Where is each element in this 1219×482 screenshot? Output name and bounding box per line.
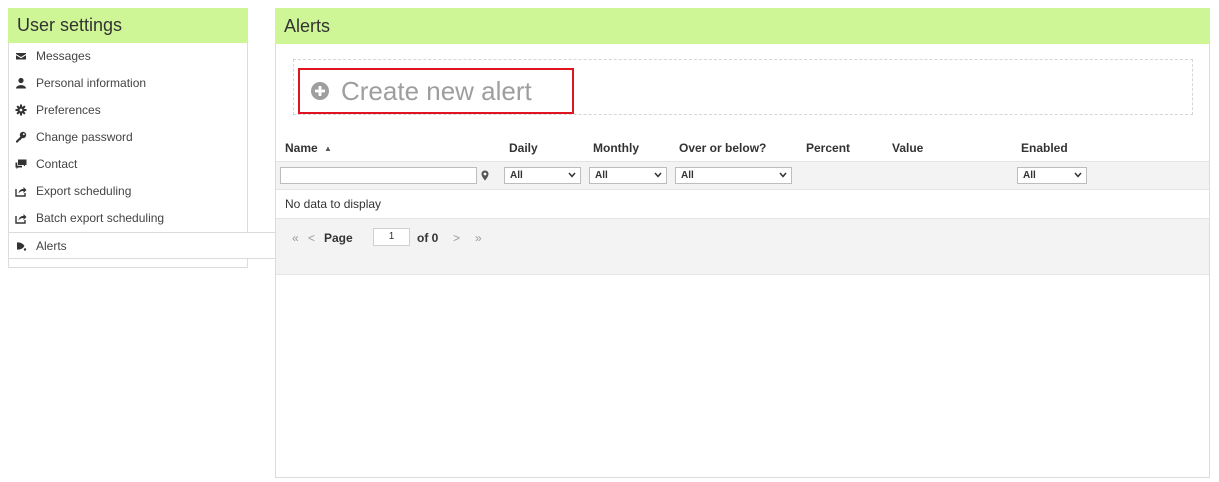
bell-icon	[15, 240, 27, 252]
enabled-filter-select[interactable]: All	[1017, 167, 1087, 184]
sort-ascending-icon: ▲	[324, 144, 332, 153]
empty-message: No data to display	[276, 190, 1209, 219]
page-of-label: of	[417, 231, 429, 245]
plus-circle-icon	[311, 82, 329, 100]
enabled-filter-value: All	[1023, 170, 1036, 181]
sidebar-item-messages[interactable]: Messages	[9, 43, 247, 70]
chevron-down-icon	[779, 172, 787, 178]
alerts-grid: Name ▲ Daily Monthly Over or below? Perc…	[276, 132, 1209, 275]
location-pin-icon[interactable]	[481, 170, 489, 181]
sidebar-item-label: Preferences	[36, 103, 101, 117]
sidebar-item-label: Export scheduling	[36, 184, 132, 198]
monthly-filter-select[interactable]: All	[589, 167, 667, 184]
envelope-icon	[15, 50, 27, 62]
column-header-label: Name	[285, 141, 318, 155]
next-page-button[interactable]: >	[453, 231, 460, 245]
column-header-value[interactable]: Value	[892, 141, 923, 155]
gear-icon	[15, 104, 27, 116]
sidebar-item-label: Alerts	[36, 239, 67, 253]
key-icon	[15, 131, 27, 143]
sidebar-item-preferences[interactable]: Preferences	[9, 97, 247, 124]
name-filter-input[interactable]	[280, 167, 477, 184]
chevron-down-icon	[568, 172, 576, 178]
page-total: of 0	[417, 231, 438, 245]
settings-sidebar: User settings Messages Personal informat…	[8, 8, 275, 268]
page-title: Alerts	[275, 8, 1210, 44]
column-header-name[interactable]: Name ▲	[285, 141, 332, 155]
sidebar-item-label: Personal information	[36, 76, 147, 90]
sidebar-item-contact[interactable]: Contact	[9, 151, 247, 178]
column-header-monthly[interactable]: Monthly	[593, 141, 639, 155]
sidebar-item-change-password[interactable]: Change password	[9, 124, 247, 151]
over-below-filter-select[interactable]: All	[675, 167, 792, 184]
create-new-alert-label: Create new alert	[341, 75, 532, 106]
grid-filter-row: All All All All	[276, 162, 1209, 190]
column-header-percent[interactable]: Percent	[806, 141, 850, 155]
last-page-button[interactable]: »	[475, 231, 482, 245]
over-below-filter-value: All	[681, 170, 694, 181]
chevron-down-icon	[654, 172, 662, 178]
sidebar-item-export-scheduling[interactable]: Export scheduling	[9, 178, 247, 205]
daily-filter-value: All	[510, 170, 523, 181]
sidebar-item-personal-information[interactable]: Personal information	[9, 70, 247, 97]
column-header-daily[interactable]: Daily	[509, 141, 538, 155]
sidebar-item-label: Batch export scheduling	[36, 211, 165, 225]
sidebar-menu: Messages Personal information Preference…	[8, 43, 275, 268]
create-new-alert-button[interactable]: Create new alert	[298, 68, 574, 114]
daily-filter-select[interactable]: All	[504, 167, 581, 184]
sidebar-title: User settings	[8, 8, 248, 43]
chevron-down-icon	[1074, 172, 1082, 178]
share-icon	[15, 212, 27, 224]
create-alert-area: Create new alert	[293, 59, 1193, 115]
page-count: 0	[431, 231, 439, 245]
previous-page-button[interactable]: <	[308, 231, 315, 245]
sidebar-item-alerts[interactable]: Alerts	[9, 232, 275, 259]
alerts-panel: Alerts Create new alert Name ▲ Daily Mon…	[275, 8, 1210, 478]
user-icon	[15, 77, 27, 89]
pager: « < Page 1 of 0 > »	[276, 219, 1209, 275]
sidebar-item-label: Contact	[36, 157, 78, 171]
sidebar-item-batch-export-scheduling[interactable]: Batch export scheduling	[9, 205, 247, 232]
column-header-enabled[interactable]: Enabled	[1021, 141, 1068, 155]
page-number-input[interactable]: 1	[373, 228, 410, 246]
first-page-button[interactable]: «	[292, 231, 299, 245]
page-label: Page	[324, 231, 353, 245]
share-icon	[15, 185, 27, 197]
column-header-over-below[interactable]: Over or below?	[679, 141, 766, 155]
sidebar-item-label: Change password	[36, 130, 133, 144]
sidebar-item-label: Messages	[36, 49, 91, 63]
monthly-filter-value: All	[595, 170, 608, 181]
grid-header-row: Name ▲ Daily Monthly Over or below? Perc…	[276, 132, 1209, 162]
chat-icon	[15, 158, 27, 170]
sidebar-spacer	[9, 259, 247, 267]
